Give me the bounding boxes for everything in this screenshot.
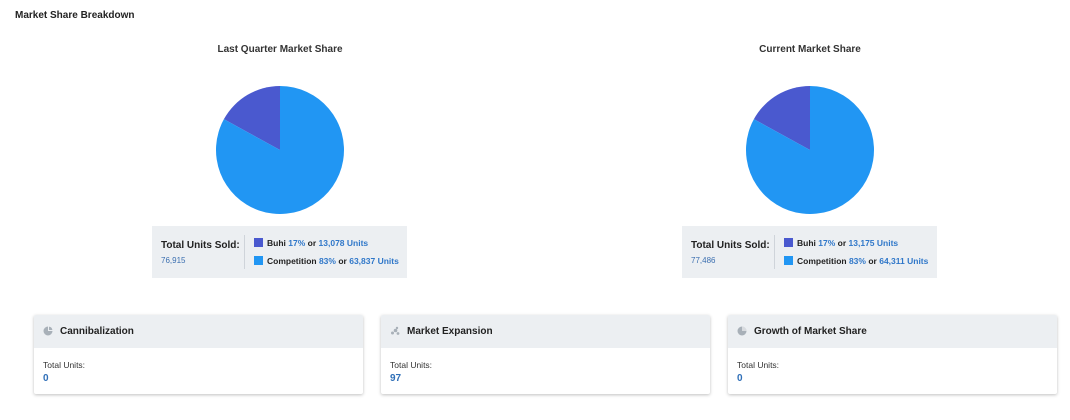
summary-box: Total Units Sold: 77,486 Buhi 17% or 13,… [682, 226, 937, 278]
legend-or: or [307, 238, 317, 248]
card-value: 0 [737, 373, 743, 384]
total-units-value: 77,486 [691, 256, 716, 265]
card-label: Total Units: [737, 360, 780, 370]
card-value: 0 [43, 373, 49, 384]
legend-or: or [837, 238, 847, 248]
legend-name: Buhi [267, 238, 286, 248]
card-title: Cannibalization [60, 326, 134, 337]
legend-item-competition: Competition 83% or 64,311 Units [784, 256, 928, 266]
cannibalization-card: Cannibalization Total Units: 0 [34, 315, 363, 394]
legend-swatch [784, 238, 793, 247]
chart-title: Last Quarter Market Share [217, 44, 343, 55]
legend-units: 64,311 Units [879, 256, 929, 266]
legend-item-buhi: Buhi 17% or 13,078 Units [254, 238, 368, 248]
card-label: Total Units: [43, 360, 86, 370]
legend-units: 13,078 Units [318, 238, 369, 248]
legend-name: Competition [267, 256, 317, 266]
legend-units: 13,175 Units [848, 238, 899, 248]
legend-pct: 83% [848, 256, 866, 266]
chart-title: Current Market Share [759, 44, 861, 55]
pie-chart [216, 86, 344, 214]
market-expansion-card: Market Expansion Total Units: 97 [381, 315, 710, 394]
legend-or: or [338, 256, 347, 266]
total-units-label: Total Units Sold: [691, 240, 770, 251]
legend-or: or [868, 256, 877, 266]
pie-chart-icon [43, 326, 53, 336]
legend-pct: 83% [318, 256, 336, 266]
legend-swatch [254, 238, 263, 247]
card-header: Growth of Market Share [728, 315, 1057, 348]
total-units-label: Total Units Sold: [161, 240, 240, 251]
total-units-value: 76,915 [161, 256, 186, 265]
card-title: Growth of Market Share [754, 326, 867, 337]
divider [244, 235, 245, 269]
divider [774, 235, 775, 269]
summary-box: Total Units Sold: 76,915 Buhi 17% or 13,… [152, 226, 407, 278]
legend-units: 63,837 Units [349, 256, 399, 266]
legend-pct: 17% [818, 238, 836, 248]
legend-swatch [784, 256, 793, 265]
scatter-chart-icon [391, 326, 400, 335]
legend-name: Competition [797, 256, 847, 266]
pie-chart [746, 86, 874, 214]
legend-pct: 17% [288, 238, 306, 248]
legend-swatch [254, 256, 263, 265]
legend-name: Buhi [797, 238, 816, 248]
legend-item-competition: Competition 83% or 63,837 Units [254, 256, 399, 266]
page-title: Market Share Breakdown [15, 10, 135, 21]
pie-chart-icon [737, 326, 747, 336]
card-value: 97 [390, 373, 402, 384]
card-header: Cannibalization [34, 315, 363, 348]
card-title: Market Expansion [407, 326, 493, 337]
card-header: Market Expansion [381, 315, 710, 348]
legend-item-buhi: Buhi 17% or 13,175 Units [784, 238, 898, 248]
growth-of-market-share-card: Growth of Market Share Total Units: 0 [728, 315, 1057, 394]
card-label: Total Units: [390, 360, 433, 370]
